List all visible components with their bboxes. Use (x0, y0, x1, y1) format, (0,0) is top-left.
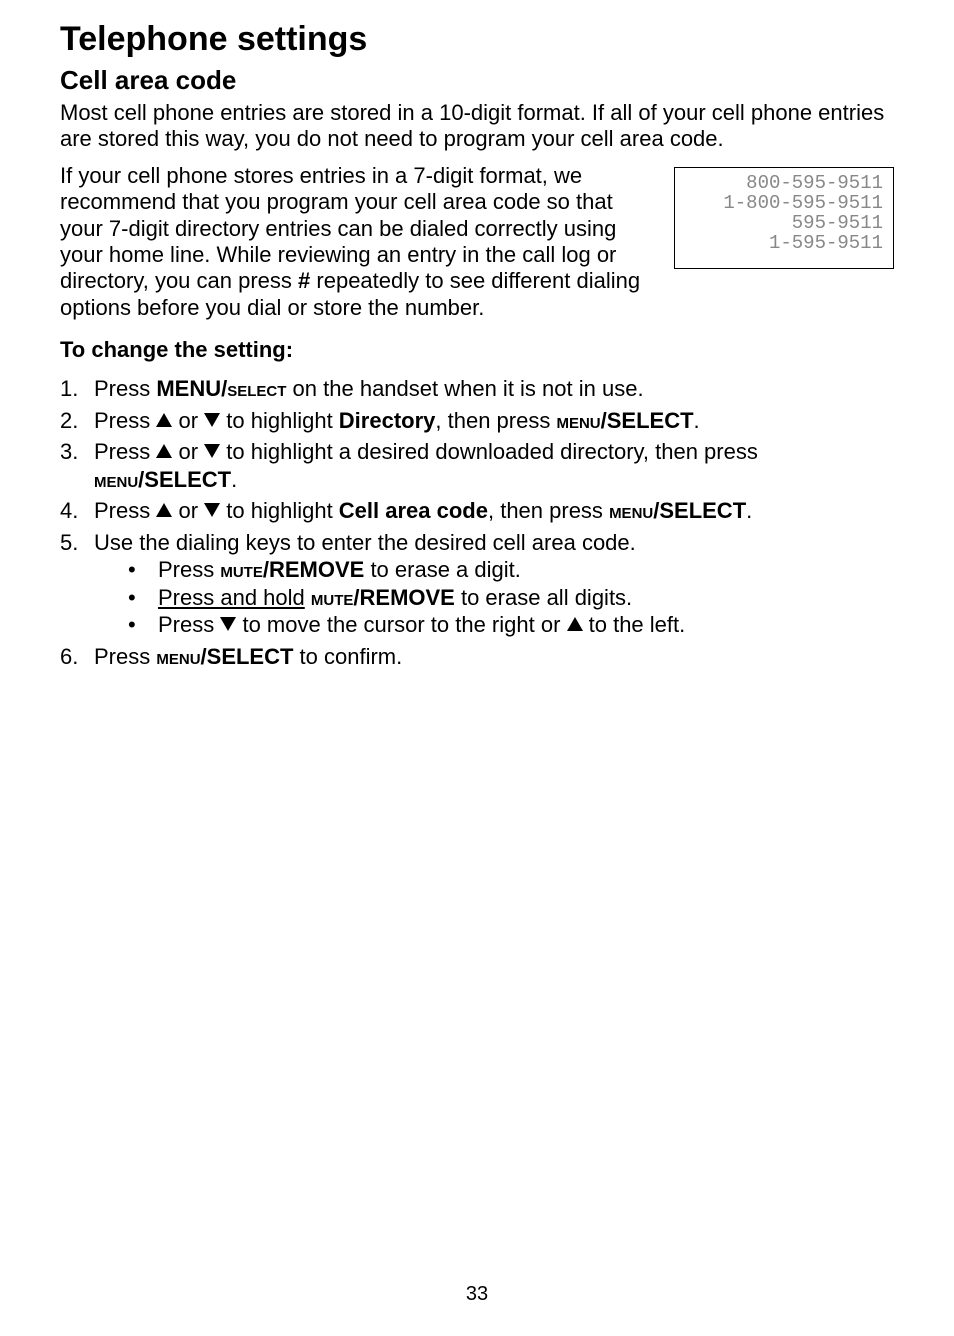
step-text: or (172, 439, 204, 464)
step-text: or (172, 408, 204, 433)
step-text: . (231, 467, 237, 492)
arrow-up-icon (567, 617, 583, 631)
remove-label: /REMOVE (263, 557, 364, 582)
step-3: Press or to highlight a desired download… (60, 438, 894, 493)
hash-key: # (298, 268, 310, 293)
bullet-text: to the left. (583, 612, 686, 637)
step-text: , then press (488, 498, 609, 523)
select-label: /SELECT (201, 644, 294, 669)
bullet-1: Press mute/REMOVE to erase a digit. (128, 556, 894, 584)
step-text: Use the dialing keys to enter the desire… (94, 530, 636, 555)
bullet-text: to erase a digit. (364, 557, 521, 582)
select-label: /SELECT (653, 498, 746, 523)
step-text: to confirm. (293, 644, 402, 669)
display-line-4: 1-595-9511 (685, 234, 883, 254)
mute-smallcaps: mute (311, 585, 354, 610)
arrow-up-icon (156, 413, 172, 427)
arrow-down-icon (220, 617, 236, 631)
bullet-3: Press to move the cursor to the right or… (128, 611, 894, 639)
arrow-down-icon (204, 413, 220, 427)
display-line-3: 595-9511 (685, 214, 883, 234)
arrow-up-icon (156, 503, 172, 517)
step-1: Press MENU/select on the handset when it… (60, 375, 894, 403)
step-text: Press (94, 376, 156, 401)
lcd-display: 800-595-9511 1-800-595-9511 595-9511 1-5… (674, 167, 894, 269)
arrow-down-icon (204, 444, 220, 458)
step-text: Press (94, 408, 156, 433)
remove-label: /REMOVE (353, 585, 454, 610)
step-text: or (172, 498, 204, 523)
step-text: , then press (435, 408, 556, 433)
page-number: 33 (0, 1283, 954, 1306)
menu-smallcaps: menu (94, 467, 138, 492)
intro-paragraph: Most cell phone entries are stored in a … (60, 100, 894, 153)
step-text: to highlight (220, 498, 339, 523)
select-label: /SELECT (138, 467, 231, 492)
mute-smallcaps: mute (220, 557, 263, 582)
arrow-up-icon (156, 444, 172, 458)
step-text: Press (94, 498, 156, 523)
section-heading: Cell area code (60, 65, 894, 96)
bullet-text: to erase all digits. (455, 585, 632, 610)
cell-area-code-label: Cell area code (339, 498, 488, 523)
steps-list: Press MENU/select on the handset when it… (60, 375, 894, 670)
menu-smallcaps: menu (609, 498, 653, 523)
step-text: to highlight (220, 408, 339, 433)
content-row: If your cell phone stores entries in a 7… (60, 163, 894, 331)
press-hold-underline: Press and hold (158, 585, 305, 610)
step-text: on the handset when it is not in use. (286, 376, 643, 401)
menu-smallcaps: menu (556, 408, 600, 433)
step-text: . (694, 408, 700, 433)
step-text: to highlight a desired downloaded direct… (220, 439, 758, 464)
select-label: /SELECT (601, 408, 694, 433)
page-heading: Telephone settings (60, 20, 894, 59)
display-line-1: 800-595-9511 (685, 174, 883, 194)
directory-label: Directory (339, 408, 436, 433)
step-text: Press (94, 644, 156, 669)
step-text: Press (94, 439, 156, 464)
arrow-down-icon (204, 503, 220, 517)
bullet-2: Press and hold mute/REMOVE to erase all … (128, 584, 894, 612)
body-paragraph: If your cell phone stores entries in a 7… (60, 163, 660, 321)
sub-bullets: Press mute/REMOVE to erase a digit. Pres… (94, 556, 894, 639)
step-5: Use the dialing keys to enter the desire… (60, 529, 894, 639)
step-6: Press menu/SELECT to confirm. (60, 643, 894, 671)
select-smallcaps: select (227, 376, 286, 401)
step-2: Press or to highlight Directory, then pr… (60, 407, 894, 435)
menu-label: MENU/ (156, 376, 227, 401)
step-text: . (746, 498, 752, 523)
display-line-2: 1-800-595-9511 (685, 194, 883, 214)
bullet-text: to move the cursor to the right or (236, 612, 566, 637)
bullet-text: Press (158, 557, 220, 582)
step-4: Press or to highlight Cell area code, th… (60, 497, 894, 525)
change-setting-heading: To change the setting: (60, 337, 894, 363)
bullet-text: Press (158, 612, 220, 637)
menu-smallcaps: menu (156, 644, 200, 669)
